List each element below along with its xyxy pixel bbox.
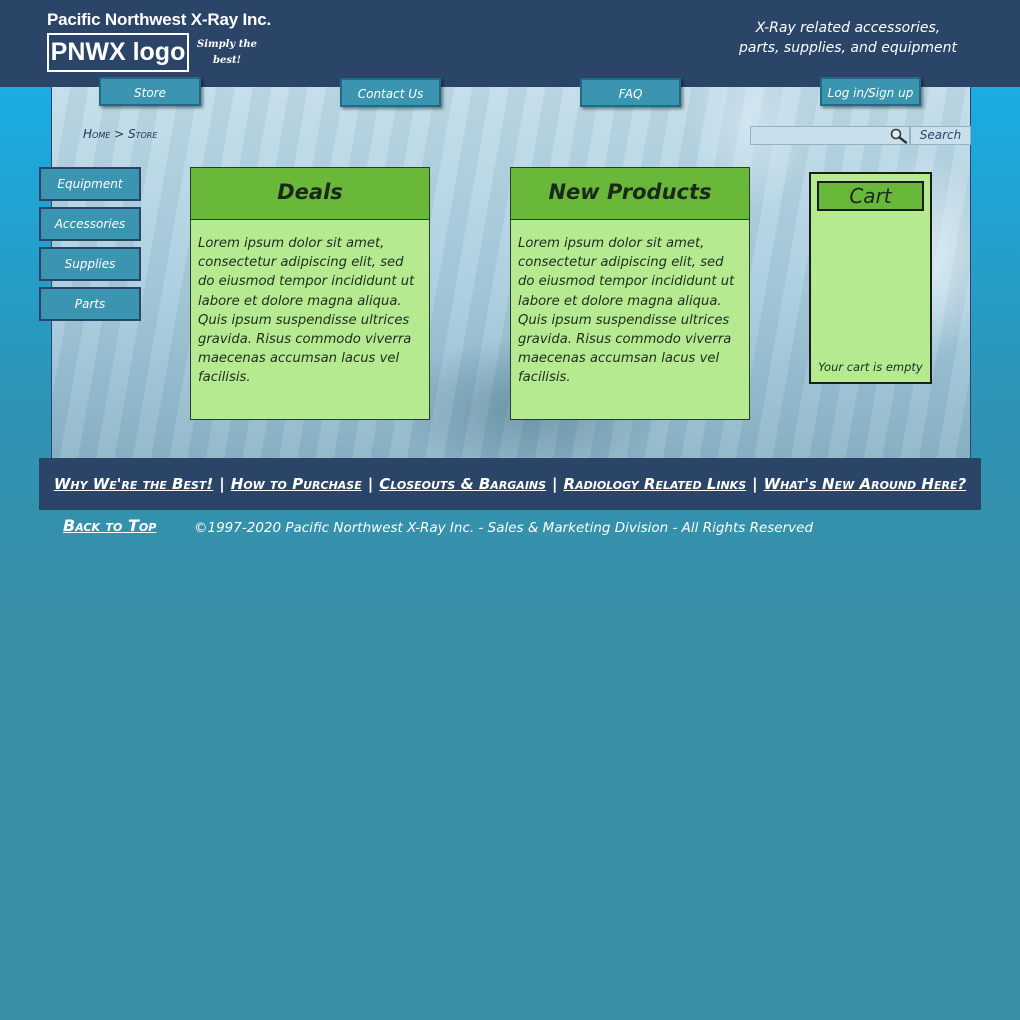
sidebar-item-accessories[interactable]: Accessories [39,207,141,241]
search-input[interactable] [750,126,910,145]
cart-panel: Cart Your cart is empty [809,172,932,384]
sidebar-item-equipment[interactable]: Equipment [39,167,141,201]
new-products-body: Lorem ipsum dolor sit amet, consectetur … [518,236,735,386]
footer-link-why-best[interactable]: Why We're the Best! [54,475,213,493]
cart-empty-message: Your cart is empty [818,360,923,374]
footer-link-whats-new[interactable]: What's New Around Here? [764,475,967,493]
cart-title[interactable]: Cart [817,181,924,211]
footer-link-how-to-purchase[interactable]: How to Purchase [231,475,362,493]
breadcrumb-current: Store [128,127,158,141]
search-icon[interactable] [890,128,908,144]
deals-card: Deals Lorem ipsum dolor sit amet, consec… [190,167,430,420]
nav-faq-button[interactable]: FAQ [580,78,681,107]
new-products-card: New Products Lorem ipsum dolor sit amet,… [510,167,750,420]
logo[interactable]: PNWX logo [47,33,189,72]
new-products-title[interactable]: New Products [511,168,749,220]
nav-contact-button[interactable]: Contact Us [340,78,441,107]
sidebar-item-parts[interactable]: Parts [39,287,141,321]
deals-body: Lorem ipsum dolor sit amet, consectetur … [198,236,415,386]
sidebar-item-supplies[interactable]: Supplies [39,247,141,281]
header-description-line-2: parts, supplies, and equipment [739,40,957,56]
footer-link-bar: Why We're the Best! | How to Purchase | … [39,458,981,510]
deals-title[interactable]: Deals [191,168,429,220]
breadcrumb: Home > Store [83,127,157,141]
footer-separator: | [367,475,374,493]
footer-link-closeouts[interactable]: Closeouts & Bargains [379,475,546,493]
footer-separator: | [552,475,558,493]
nav-store-button[interactable]: Store [99,77,201,106]
back-to-top-link[interactable]: Back to Top [63,516,156,535]
tagline: Simply the best! [197,39,257,66]
header-description-line-1: X-Ray related accessories, [755,20,941,36]
breadcrumb-separator: > [114,127,125,141]
breadcrumb-home-link[interactable]: Home [83,127,110,141]
footer-separator: | [219,475,225,493]
nav-login-button[interactable]: Log in/Sign up [820,77,921,106]
footer-separator: | [752,475,758,493]
company-name: Pacific Northwest X-Ray Inc. [47,10,271,29]
search-button[interactable]: Search [910,126,971,145]
header-description: X-Ray related accessories, parts, suppli… [728,18,968,58]
header-bar: Pacific Northwest X-Ray Inc. PNWX logo S… [0,0,1020,87]
footer-link-radiology-links[interactable]: Radiology Related Links [564,475,747,493]
copyright-text: ©1997-2020 Pacific Northwest X-Ray Inc. … [194,520,814,536]
